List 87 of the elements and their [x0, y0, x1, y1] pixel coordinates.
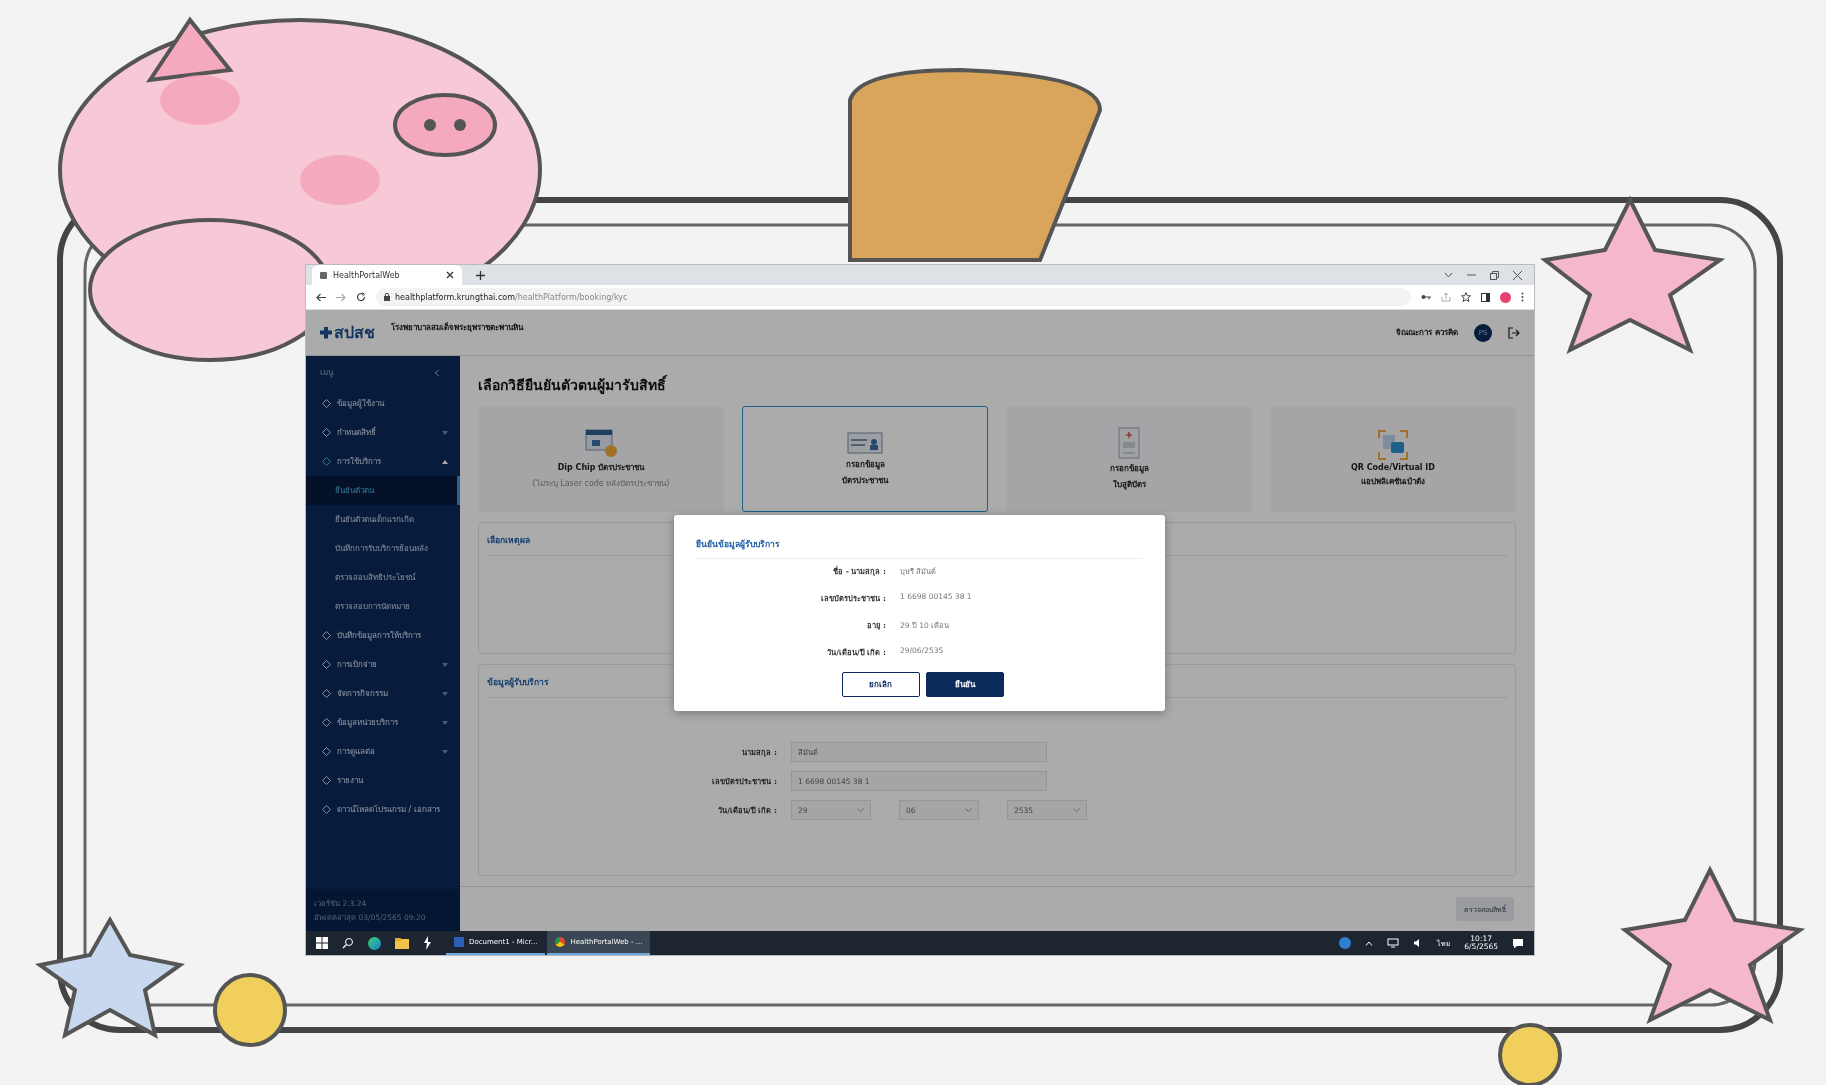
page-icon: [320, 271, 327, 279]
collapse-icon[interactable]: [434, 368, 440, 377]
method-card[interactable]: กรอกข้อมูล บัตรประชาชน: [742, 406, 988, 512]
method-card[interactable]: QR Code/Virtual ID แอปพลิเคชันเป๋าตัง: [1270, 406, 1516, 512]
logo-text: สปสช: [334, 322, 375, 344]
sidebar-icon[interactable]: [1481, 292, 1490, 302]
lightning-icon[interactable]: [423, 936, 432, 950]
caret-icon: [442, 691, 448, 696]
caret-icon: [442, 459, 448, 464]
search-icon[interactable]: [342, 937, 354, 949]
sidebar-item[interactable]: การใช้บริการ: [306, 447, 460, 476]
dialog-title: ยืนยันข้อมูลผู้รับบริการ: [696, 537, 1143, 559]
lock-icon: [384, 293, 390, 301]
diamond-icon: [322, 428, 331, 437]
menu-label: เมนู: [320, 367, 333, 379]
chevron-down-icon: [1073, 808, 1080, 812]
submenu-item[interactable]: ตรวจสอบสิทธิประโยชน์: [306, 563, 460, 592]
address-field[interactable]: healthplatform.krungthai.com/healthPlatform/booking/kyc: [376, 288, 1411, 306]
page-title: เลือกวิธียืนยันตัวตนผู้มารับสิทธิ์: [478, 374, 669, 396]
diamond-icon: [322, 747, 331, 756]
caret-icon: [442, 662, 448, 667]
qr-scan-icon: [1378, 430, 1408, 460]
card-label: กรอกข้อมูล: [845, 459, 885, 471]
method-card[interactable]: Dip Chip บัตรประชาชน (ไม่ระบุ Laser code หลังบัตรประชาชน): [478, 406, 724, 512]
diamond-icon: [322, 718, 331, 727]
diamond-icon: [322, 660, 331, 669]
caret-icon: [442, 749, 448, 754]
diamond-icon: [322, 776, 331, 785]
help-icon[interactable]: [1339, 937, 1352, 949]
more-icon[interactable]: [1521, 292, 1524, 302]
profile-icon[interactable]: [1500, 291, 1511, 303]
close-icon[interactable]: [446, 271, 454, 279]
sidebar-item[interactable]: กำหนดสิทธิ์: [306, 418, 460, 447]
browser-tab[interactable]: HealthPortalWeb: [312, 265, 462, 285]
chevron-down-icon: [965, 808, 972, 812]
sidebar-item[interactable]: ข้อมูลหน่วยบริการ: [306, 708, 460, 737]
network-icon[interactable]: [1387, 938, 1400, 948]
cancel-button[interactable]: ยกเลิก: [841, 672, 920, 697]
cross-icon: [320, 326, 332, 339]
diamond-icon: [322, 457, 331, 466]
hospital-name: โรงพยาบาลสมเด็จพระยุพราชตะพานหิน: [391, 321, 523, 334]
chevron-down-icon[interactable]: [1444, 272, 1453, 278]
sidebar-item[interactable]: ข้อมูลผู้ใช้งาน: [306, 389, 460, 418]
star-icon[interactable]: [1461, 292, 1471, 302]
diamond-icon: [322, 631, 331, 640]
caret-icon: [442, 720, 448, 725]
submenu-item[interactable]: ยืนยันตัวตนเด็กแรกเกิด: [306, 505, 460, 534]
card-label: ใบสูติบัตร: [1112, 479, 1146, 491]
back-icon[interactable]: [316, 292, 326, 302]
sidebar-item[interactable]: การดูแลต่อ: [306, 737, 460, 766]
chevron-down-icon: [857, 808, 864, 812]
method-card[interactable]: กรอกข้อมูล ใบสูติบัตร: [1006, 406, 1252, 512]
confirm-button[interactable]: ยืนยัน: [925, 672, 1004, 697]
sidebar-item[interactable]: การเบิกจ่าย: [306, 650, 460, 679]
card-label: กรอกข้อมูล: [1109, 463, 1149, 475]
card-reader-icon: [584, 428, 618, 458]
folder-icon[interactable]: [395, 937, 409, 949]
card-label: QR Code/Virtual ID: [1351, 463, 1435, 472]
id-card-icon: [847, 431, 883, 455]
chevron-up-icon[interactable]: [1365, 940, 1374, 946]
sidebar-item[interactable]: ดาวน์โหลดโปรแกรม / เอกสาร: [306, 795, 460, 824]
document-icon: [1118, 427, 1140, 459]
windows-icon[interactable]: [316, 937, 328, 949]
diamond-icon: [322, 805, 331, 814]
diamond-icon: [322, 689, 331, 698]
user-name: จิณณะการ ควรคิด: [1396, 327, 1458, 339]
submenu-item[interactable]: ตรวจสอบการนัดหมาย: [306, 592, 460, 621]
logout-icon[interactable]: [1508, 326, 1520, 339]
key-icon[interactable]: [1421, 294, 1431, 300]
sidebar-item[interactable]: รายงาน: [306, 766, 460, 795]
sidebar-item[interactable]: จัดการกิจกรรม: [306, 679, 460, 708]
close-icon[interactable]: [1513, 270, 1522, 280]
submenu-item[interactable]: บันทึกการรับบริการย้อนหลัง: [306, 534, 460, 563]
sidebar-item[interactable]: บันทึกข้อมูลการให้บริการ: [306, 621, 460, 650]
restore-icon[interactable]: [1490, 270, 1499, 280]
notification-icon[interactable]: [1512, 937, 1524, 949]
new-tab-icon[interactable]: [476, 270, 485, 280]
submenu-item[interactable]: ยืนยันตัวตน: [306, 476, 460, 505]
diamond-icon: [322, 399, 331, 408]
card-label: บัตรประชาชน: [842, 475, 888, 487]
card-label: Dip Chip บัตรประชาชน: [557, 462, 645, 474]
reload-icon[interactable]: [356, 292, 366, 302]
card-label: แอปพลิเคชันเป๋าตัง: [1361, 476, 1425, 488]
tab-title: HealthPortalWeb: [333, 270, 401, 280]
card-note: (ไม่ระบุ Laser code หลังบัตรประชาชน): [532, 478, 670, 490]
browser-icon[interactable]: [368, 936, 381, 950]
caret-icon: [442, 430, 448, 435]
